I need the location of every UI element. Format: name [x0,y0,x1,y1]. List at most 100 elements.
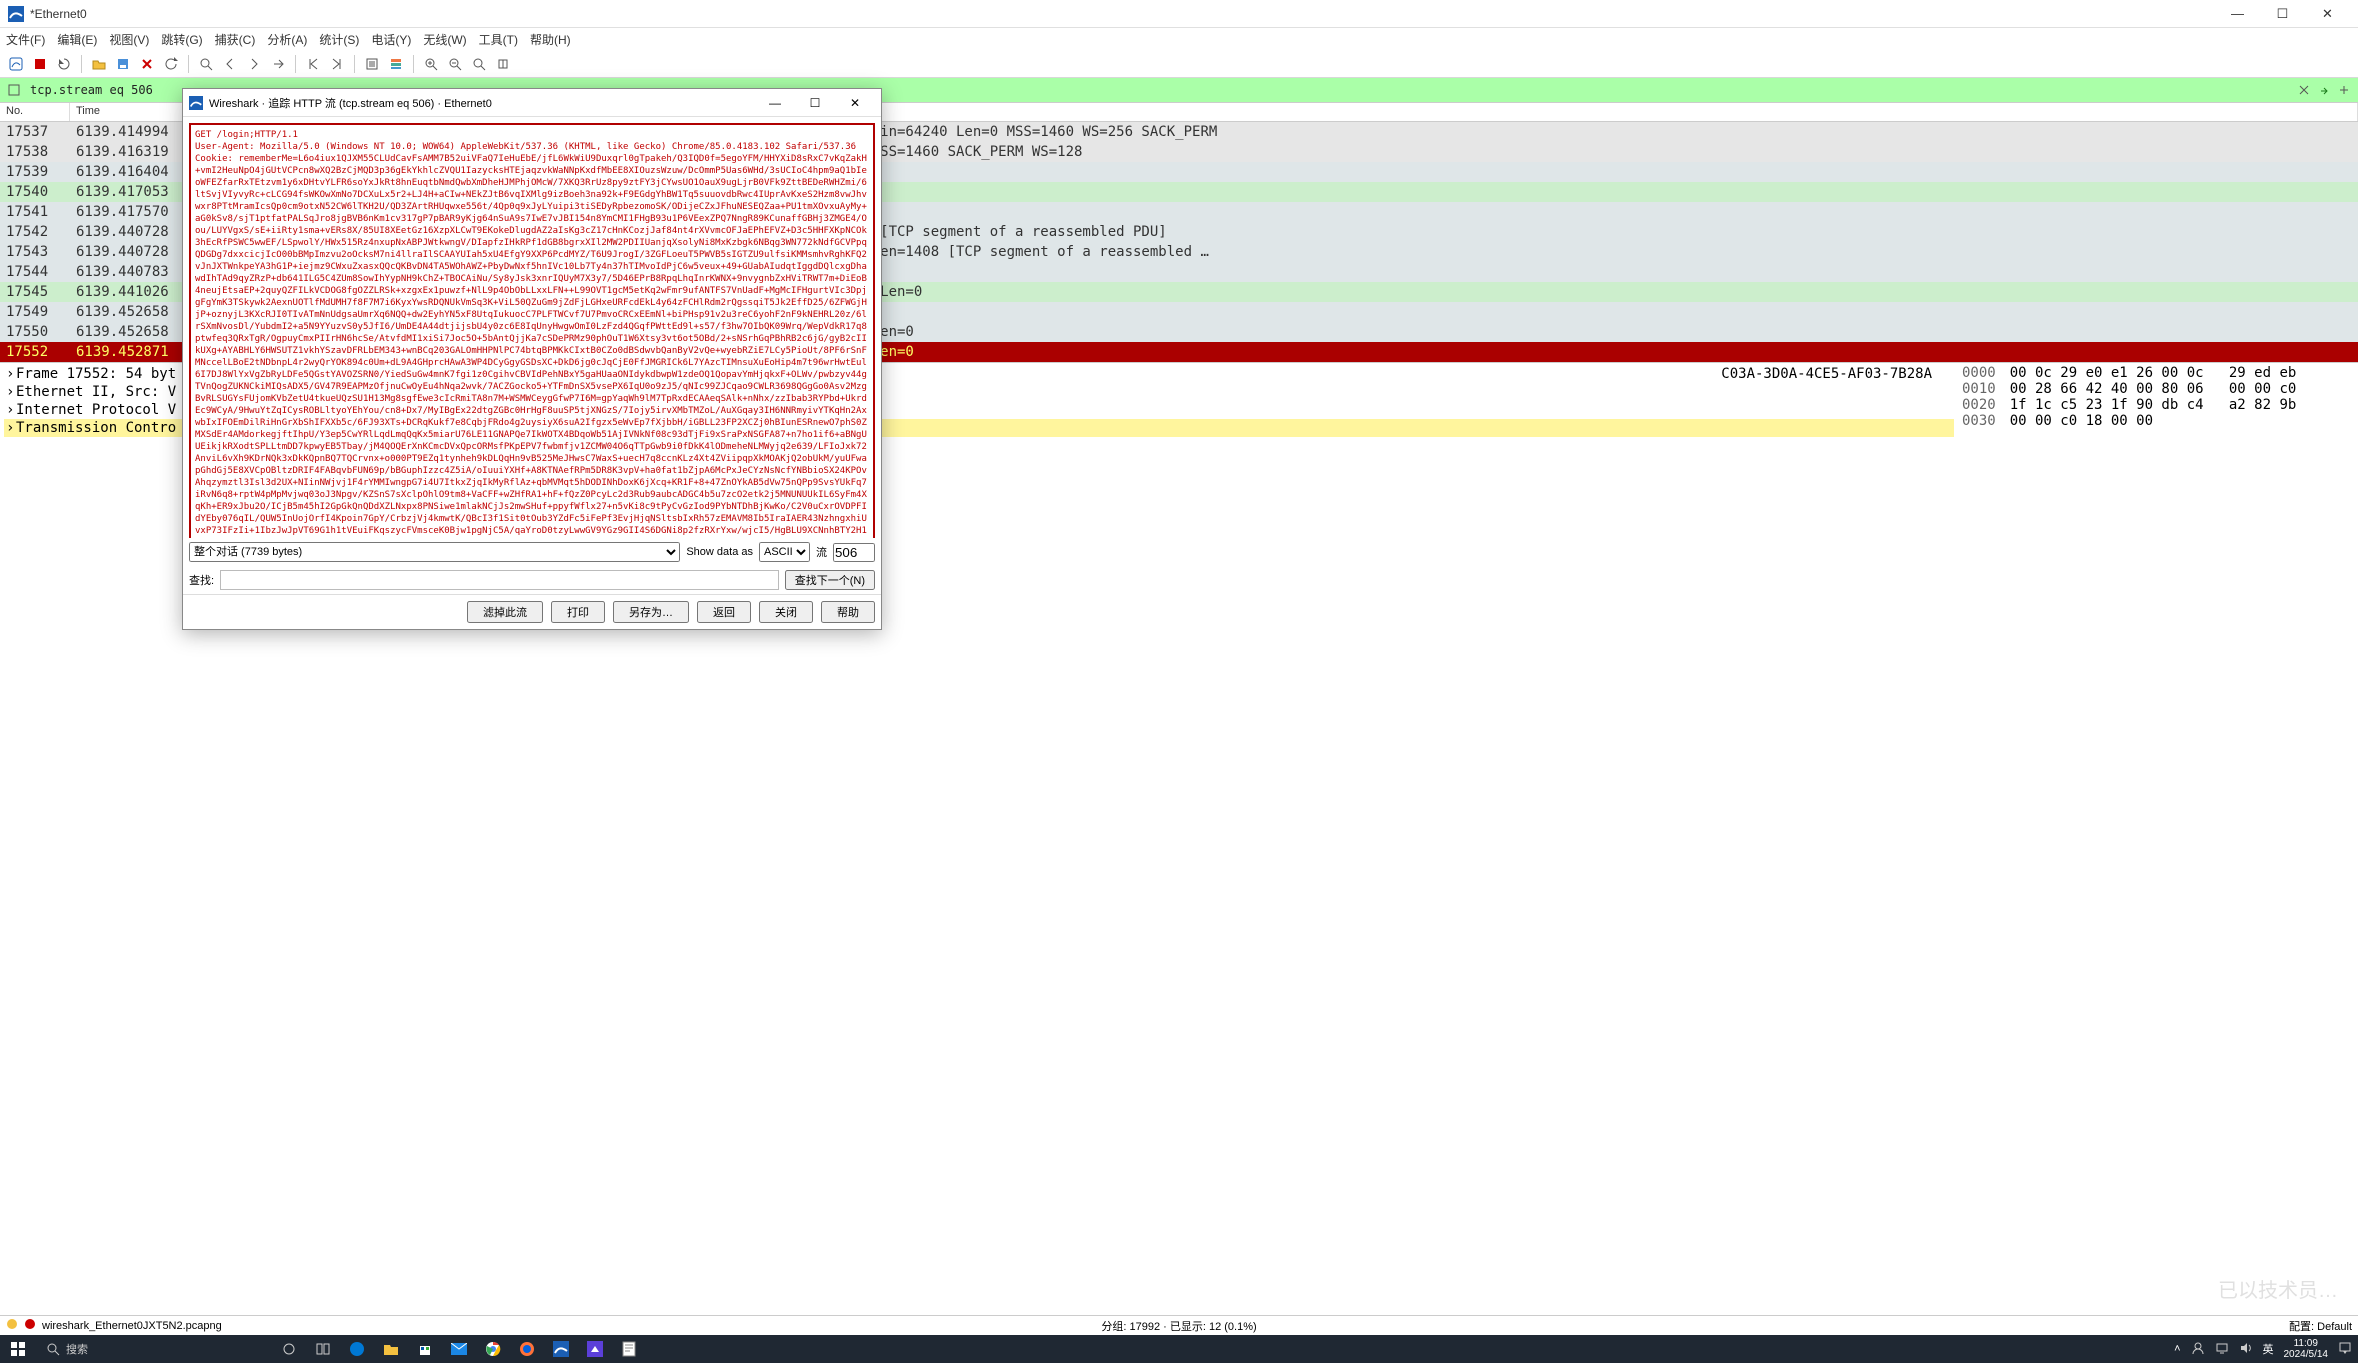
burp-icon[interactable] [584,1338,606,1360]
taskbar-clock[interactable]: 11:09 2024/5/14 [2284,1338,2329,1360]
print-button[interactable]: 打印 [551,601,605,623]
dialog-footer: 滤掉此流 打印 另存为… 返回 关闭 帮助 [183,594,881,629]
menu-telephony[interactable]: 电话(Y) [371,31,411,48]
menu-file[interactable]: 文件(F) [6,31,45,48]
mail-icon[interactable] [448,1338,470,1360]
people-icon[interactable] [2191,1341,2205,1358]
cortana-icon[interactable] [312,1338,334,1360]
col-no[interactable]: No. [0,103,70,121]
hex-view[interactable]: 000000 0c 29 e0 e1 26 00 0c 29 ed eb0010… [1954,365,2354,437]
taskview-icon[interactable] [278,1338,300,1360]
error-icon [24,1318,36,1333]
show-as-select[interactable]: ASCII [759,542,810,562]
dialog-controls: 整个对话 (7739 bytes) Show data as ASCII 流 [183,538,881,566]
restart-capture-icon[interactable] [54,54,74,74]
notification-icon[interactable] [2338,1341,2352,1358]
goto-icon[interactable] [268,54,288,74]
window-title: *Ethernet0 [30,7,2215,21]
last-icon[interactable] [327,54,347,74]
capture-file-name: wireshark_Ethernet0JXT5N2.pcapng [42,1320,222,1332]
windows-taskbar: 搜索 ˄ 英 11:09 2024/5/14 [0,1335,2358,1363]
prev-icon[interactable] [220,54,240,74]
toolbar [0,50,2358,78]
menu-wireless[interactable]: 无线(W) [423,31,466,48]
profile-label[interactable]: 配置: Default [1570,1318,2352,1334]
volume-icon[interactable] [2239,1341,2253,1358]
menu-analyze[interactable]: 分析(A) [267,31,307,48]
resize-columns-icon[interactable] [493,54,513,74]
packet-count: 分组: 17992 · 已显示: 12 (0.1%) [788,1318,1570,1334]
minimize-button[interactable]: — [2215,0,2260,28]
main-titlebar: *Ethernet0 — ☐ ✕ [0,0,2358,28]
find-input[interactable] [220,570,779,590]
notepad-icon[interactable] [618,1338,640,1360]
stream-content[interactable]: GET /login;HTTP/1.1 User-Agent: Mozilla/… [183,117,881,538]
dialog-minimize[interactable]: — [755,90,795,116]
menu-edit[interactable]: 编辑(E) [57,31,97,48]
start-button[interactable] [0,1335,36,1363]
stream-number-input[interactable] [833,543,875,562]
filter-bookmark-icon[interactable] [4,80,24,100]
find-label: 查找: [189,572,214,588]
close-button[interactable]: ✕ [2305,0,2350,28]
back-button[interactable]: 返回 [697,601,751,623]
next-icon[interactable] [244,54,264,74]
tray-up-icon[interactable]: ˄ [2174,1343,2180,1355]
zoom-reset-icon[interactable] [469,54,489,74]
menu-statistics[interactable]: 统计(S) [319,31,359,48]
taskbar-search[interactable]: 搜索 [36,1341,98,1357]
store-icon[interactable] [414,1338,436,1360]
filter-clear-icon[interactable] [2294,80,2314,100]
dialog-search-row: 查找: 查找下一个(N) [183,566,881,594]
chrome-icon[interactable] [482,1338,504,1360]
stop-capture-icon[interactable] [30,54,50,74]
find-icon[interactable] [196,54,216,74]
col-time[interactable]: Time [70,103,190,121]
colorize-icon[interactable] [386,54,406,74]
ime-icon[interactable]: 英 [2263,1341,2274,1357]
watermark-text: 已以技术员… [2218,1274,2338,1303]
zoom-in-icon[interactable] [421,54,441,74]
network-icon[interactable] [2215,1341,2229,1358]
start-capture-icon[interactable] [6,54,26,74]
help-button[interactable]: 帮助 [821,601,875,623]
explorer-icon[interactable] [380,1338,402,1360]
first-icon[interactable] [303,54,323,74]
save-file-icon[interactable] [113,54,133,74]
autoscroll-icon[interactable] [362,54,382,74]
filter-add-icon[interactable] [2334,80,2354,100]
find-next-button[interactable]: 查找下一个(N) [785,570,875,590]
edge-icon[interactable] [346,1338,368,1360]
ready-icon [6,1318,18,1333]
follow-stream-dialog: Wireshark · 追踪 HTTP 流 (tcp.stream eq 506… [182,88,882,630]
dialog-title: Wireshark · 追踪 HTTP 流 (tcp.stream eq 506… [209,95,755,111]
zoom-out-icon[interactable] [445,54,465,74]
search-icon [46,1342,60,1356]
close-dialog-button[interactable]: 关闭 [759,601,813,623]
dialog-maximize[interactable]: ☐ [795,90,835,116]
wireshark-icon [8,6,24,22]
show-as-label: Show data as [686,546,753,558]
request-first-line: GET /login;HTTP/1.1 [195,129,869,141]
filter-apply-icon[interactable] [2314,80,2334,100]
col-info[interactable]: Info [655,103,2358,121]
menubar: 文件(F) 编辑(E) 视图(V) 跳转(G) 捕获(C) 分析(A) 统计(S… [0,28,2358,50]
firefox-icon[interactable] [516,1338,538,1360]
close-file-icon[interactable] [137,54,157,74]
menu-help[interactable]: 帮助(H) [530,31,571,48]
statusbar: wireshark_Ethernet0JXT5N2.pcapng 分组: 179… [0,1315,2358,1335]
dialog-titlebar: Wireshark · 追踪 HTTP 流 (tcp.stream eq 506… [183,89,881,117]
menu-view[interactable]: 视图(V) [109,31,149,48]
menu-capture[interactable]: 捕获(C) [215,31,256,48]
maximize-button[interactable]: ☐ [2260,0,2305,28]
menu-go[interactable]: 跳转(G) [161,31,202,48]
conversation-select[interactable]: 整个对话 (7739 bytes) [189,542,680,562]
filter-out-button[interactable]: 滤掉此流 [467,601,543,623]
wireshark-task-icon[interactable] [550,1338,572,1360]
open-file-icon[interactable] [89,54,109,74]
menu-tools[interactable]: 工具(T) [479,31,518,48]
save-as-button[interactable]: 另存为… [613,601,689,623]
dialog-close[interactable]: ✕ [835,90,875,116]
reload-icon[interactable] [161,54,181,74]
stream-label: 流 [816,544,827,560]
